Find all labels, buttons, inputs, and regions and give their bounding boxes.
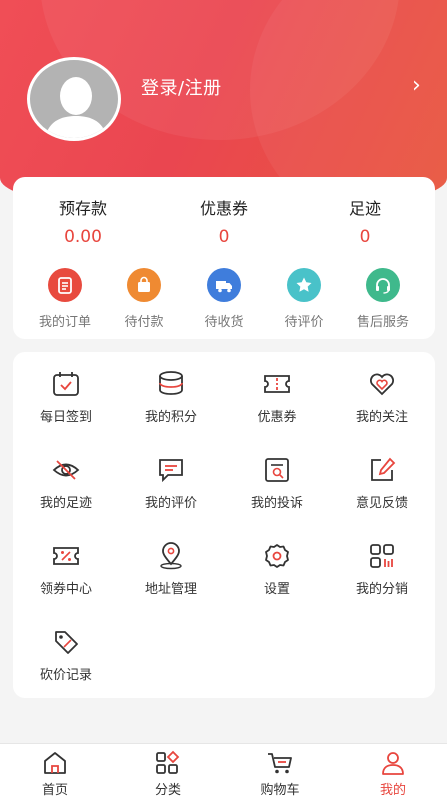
tab-label: 购物车: [260, 783, 300, 797]
account-summary-card: 预存款 0.00 优惠券 0 足迹 0 我的订单 待付款 待收货 待评价 售后服…: [13, 177, 435, 339]
calendar-check-icon: [53, 372, 79, 396]
grid-label: 领券中心: [39, 582, 92, 597]
order-label: 待付款: [124, 315, 164, 330]
grid-item-my-complaints[interactable]: 我的投诉: [232, 456, 322, 511]
grid-item-my-footprint[interactable]: 我的足迹: [21, 456, 111, 511]
grid-label: 地址管理: [144, 582, 197, 597]
grid-apps-icon: [370, 544, 394, 568]
tab-cart[interactable]: 购物车: [245, 750, 315, 797]
grid-item-feedback[interactable]: 意见反馈: [337, 456, 427, 511]
grid-label: 意见反馈: [355, 496, 408, 511]
grid-item-coupon-center[interactable]: 领券中心: [21, 542, 111, 597]
tab-category[interactable]: 分类: [133, 750, 203, 797]
order-label: 待收货: [204, 315, 244, 330]
grid-label: 我的足迹: [39, 496, 92, 511]
grid-label: 每日签到: [39, 410, 92, 425]
cart-icon: [268, 753, 292, 774]
grid-label: 砍价记录: [39, 668, 92, 683]
grid-item-address-management[interactable]: 地址管理: [126, 542, 216, 597]
comment-icon: [159, 459, 183, 483]
stat-value: 0.00: [64, 227, 102, 247]
coupon-percent-icon: [53, 547, 79, 565]
shopping-bag-icon: [127, 268, 161, 302]
avatar[interactable]: [27, 57, 121, 141]
tab-mine[interactable]: 我的: [358, 750, 428, 797]
stat-label: 足迹: [348, 199, 381, 218]
grid-item-bargain-records[interactable]: 砍价记录: [21, 628, 111, 683]
user-icon: [382, 752, 404, 775]
home-icon: [44, 752, 66, 774]
coin-stack-icon: [159, 371, 183, 395]
order-label: 待评价: [284, 315, 324, 330]
star-icon: [287, 268, 321, 302]
grid-label: 我的评价: [144, 496, 197, 511]
category-icon: [156, 750, 180, 774]
eye-off-icon: [52, 460, 80, 480]
gear-icon: [265, 544, 289, 568]
grid-label: 我的投诉: [250, 496, 303, 511]
grid-item-my-reviews[interactable]: 我的评价: [126, 456, 216, 511]
tab-label: 首页: [41, 783, 68, 797]
grid-label: 我的关注: [355, 410, 408, 425]
tab-home[interactable]: 首页: [20, 750, 90, 797]
location-pin-icon: [160, 542, 182, 570]
profile-header: 登录/注册 ›: [0, 0, 447, 200]
stat-label: 优惠券: [199, 199, 248, 218]
grid-item-settings[interactable]: 设置: [232, 542, 322, 597]
grid-item-my-follows[interactable]: 我的关注: [337, 370, 427, 425]
stat-deposit[interactable]: 预存款 0.00: [33, 195, 133, 247]
grid-item-daily-checkin[interactable]: 每日签到: [21, 370, 111, 425]
tab-label: 我的: [379, 783, 406, 797]
ticket-icon: [264, 375, 290, 393]
order-my-orders[interactable]: 我的订单: [25, 268, 105, 330]
price-tag-icon: [55, 631, 78, 654]
grid-label: 设置: [263, 582, 290, 597]
headset-icon: [366, 268, 400, 302]
edit-icon: [371, 457, 396, 481]
heart-icon: [370, 373, 394, 396]
login-register-link[interactable]: 登录/注册: [141, 74, 222, 100]
order-label: 我的订单: [38, 315, 91, 330]
complaint-icon: [265, 458, 289, 482]
grid-item-my-points[interactable]: 我的积分: [126, 370, 216, 425]
order-after-sales[interactable]: 售后服务: [343, 268, 423, 330]
order-pending-review[interactable]: 待评价: [264, 268, 344, 330]
truck-icon: [207, 268, 241, 302]
stat-coupons[interactable]: 优惠券 0: [174, 195, 274, 247]
order-pending-receipt[interactable]: 待收货: [184, 268, 264, 330]
grid-label: 我的分销: [355, 582, 408, 597]
stat-value: 0: [359, 227, 371, 247]
bottom-tab-bar: 首页 分类 购物车 我的: [0, 743, 447, 797]
tab-label: 分类: [154, 783, 181, 797]
grid-label: 我的积分: [144, 410, 197, 425]
chevron-right-icon[interactable]: ›: [412, 75, 421, 97]
grid-label: 优惠券: [257, 410, 297, 425]
clipboard-icon: [48, 268, 82, 302]
default-avatar-icon: [45, 77, 107, 138]
grid-item-coupons[interactable]: 优惠券: [232, 370, 322, 425]
order-pending-payment[interactable]: 待付款: [104, 268, 184, 330]
stat-footprint[interactable]: 足迹 0: [315, 195, 415, 247]
services-grid-card: 每日签到 我的积分 优惠券 我的关注 我的足迹 我的评价 我的投诉 意见反馈 领…: [13, 352, 435, 698]
grid-item-my-distribution[interactable]: 我的分销: [337, 542, 427, 597]
order-label: 售后服务: [356, 315, 409, 330]
stat-value: 0: [218, 227, 230, 247]
stat-label: 预存款: [58, 199, 107, 218]
